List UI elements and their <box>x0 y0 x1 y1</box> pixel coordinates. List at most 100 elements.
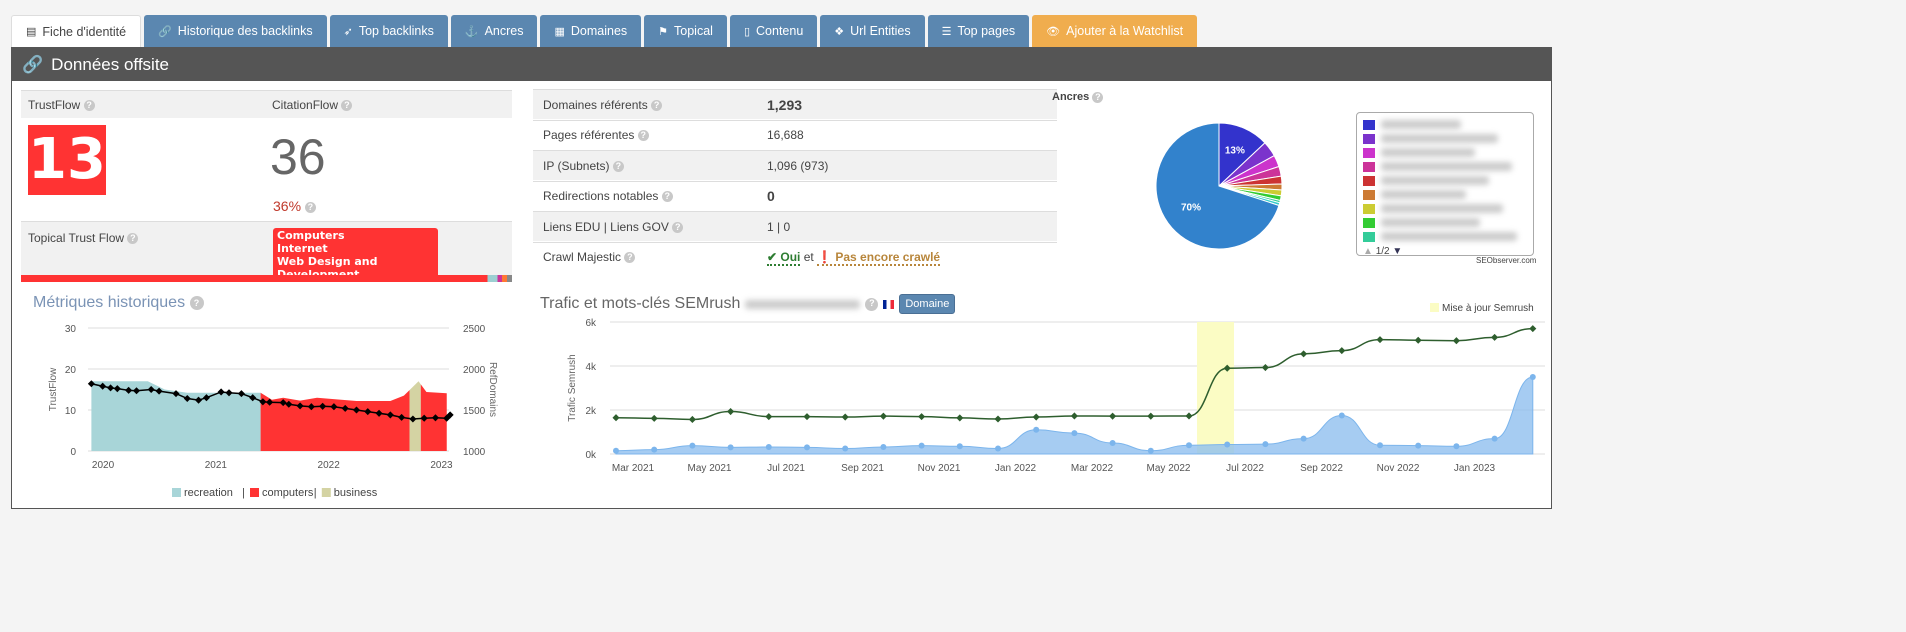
keywords-point <box>1338 347 1346 355</box>
rocket-icon: ➶ <box>343 25 353 38</box>
tab-fiche-d-identit-[interactable]: ▤ Fiche d'identité <box>11 15 142 47</box>
keywords-point <box>1300 350 1308 358</box>
keywords-point <box>841 413 849 421</box>
traffic-point <box>1529 374 1536 380</box>
keywords-point <box>879 412 887 420</box>
tab-historique-des-backlinks[interactable]: 🔗 Historique des backlinks <box>144 15 327 47</box>
anchor-icon: ⚓ <box>464 25 479 38</box>
keywords-point <box>1452 337 1460 345</box>
offsite-panel: 🔗 Données offsite TrustFlow ? CitationFlo… <box>11 47 1552 509</box>
traffic-point <box>1300 435 1307 442</box>
legend-swatch <box>1363 133 1375 144</box>
traffic-point <box>765 443 772 450</box>
keywords-point <box>1261 364 1269 372</box>
topic-tag[interactable]: Internet <box>277 242 434 255</box>
metric-row: Domaines référents ? 1,293 <box>533 89 1057 119</box>
keywords-point <box>727 408 735 416</box>
keywords-point <box>1491 333 1499 341</box>
legend-item[interactable] <box>1363 202 1527 215</box>
legend-item[interactable] <box>1363 146 1527 159</box>
metric-value: 0 <box>767 188 775 204</box>
tab-top-pages[interactable]: ☰ Top pages <box>927 15 1030 47</box>
legend-update: Mise à jour Semrush <box>1442 303 1534 314</box>
tab-ancres[interactable]: ⚓ Ancres <box>450 15 538 47</box>
panel-header: 🔗 Données offsite <box>12 48 1551 81</box>
tab-url-entities[interactable]: ❖ Url Entities <box>820 15 925 47</box>
historic-chart: 0 1000 10 1500 20 2000 30 2500 TrustFlow RefDomai… <box>48 324 498 499</box>
tab-contenu[interactable]: ▯ Contenu <box>729 15 818 47</box>
legend-item[interactable] <box>1363 118 1527 131</box>
x-tick: Mar 2021 <box>612 463 655 474</box>
y-tick: 2k <box>585 406 597 417</box>
citationflow-value: 36 <box>270 129 326 185</box>
trustflow-area-computers <box>260 390 410 451</box>
tab-bar: ▤ Fiche d'identité 🔗 Historique des backlin… <box>11 15 1198 47</box>
y-tick-left: 30 <box>65 324 77 335</box>
legend-item[interactable] <box>1363 132 1527 145</box>
y-tick-left: 10 <box>65 406 77 417</box>
legend-swatch <box>1363 203 1375 214</box>
anchors-legend: ▲ 1/2 ▼ <box>1356 112 1534 257</box>
tab-ajouter-la-watchlist[interactable]: 👁 Ajouter à la Watchlist <box>1032 15 1198 47</box>
keywords-point <box>956 414 964 422</box>
x-tick: Jan 2022 <box>995 463 1037 474</box>
topic-tag[interactable]: Computers <box>277 229 434 242</box>
keywords-point <box>1109 412 1117 420</box>
traffic-point <box>995 445 1001 452</box>
traffic-point <box>1491 435 1498 442</box>
flow-header-row <box>21 90 512 118</box>
traffic-point <box>1147 447 1154 454</box>
y-tick: 0k <box>585 450 597 461</box>
help-icon: ? <box>651 99 663 111</box>
traffic-point <box>1186 442 1192 449</box>
metric-value: 1,293 <box>767 96 803 113</box>
tab-topical[interactable]: ⚑ Topical <box>644 15 727 47</box>
cubes-icon: ❖ <box>834 25 845 38</box>
tab-label: Ancres <box>484 24 524 38</box>
keywords-point <box>918 413 926 421</box>
metric-row: Crawl Majestic ? ✔ Oui et ❗ Pas encore cr… <box>533 241 1057 272</box>
tab-domaines[interactable]: ▦ Domaines <box>540 15 642 47</box>
help-icon: ? <box>341 100 353 112</box>
citationflow-label: CitationFlow ? <box>272 98 353 112</box>
keywords-point <box>765 413 773 421</box>
keywords-point <box>1529 325 1537 333</box>
legend-item[interactable] <box>1363 216 1527 229</box>
traffic-point <box>1453 443 1460 450</box>
legend-swatch <box>250 488 259 497</box>
pie-label: 70% <box>1181 202 1201 213</box>
legend-swatch <box>1363 161 1375 172</box>
legend-item[interactable] <box>1363 174 1527 187</box>
legend-swatch <box>1430 303 1439 312</box>
metric-label: Redirections notables ? <box>533 189 767 203</box>
legend-item[interactable] <box>1363 160 1527 173</box>
traffic-point <box>1071 430 1078 437</box>
keywords-point <box>803 413 811 421</box>
list-icon: ☰ <box>941 25 952 38</box>
tab-label: Top backlinks <box>358 24 434 38</box>
crawl-pending[interactable]: ❗ Pas encore crawlé <box>817 250 941 266</box>
y-tick-left: 20 <box>65 365 77 376</box>
legend-item[interactable] <box>1363 188 1527 201</box>
x-tick: Mar 2022 <box>1071 463 1114 474</box>
crawl-ok[interactable]: ✔ Oui <box>767 250 801 266</box>
traffic-point <box>1033 426 1040 433</box>
pie-label: 13% <box>1225 145 1245 156</box>
x-tick: Nov 2021 <box>918 463 961 474</box>
traffic-point <box>956 443 963 450</box>
metric-label: Liens EDU | Liens GOV ? <box>533 220 767 234</box>
tab-top-backlinks[interactable]: ➶ Top backlinks <box>329 15 448 47</box>
x-tick: 2023 <box>430 460 453 471</box>
help-icon: ? <box>1092 91 1104 103</box>
legend-swatch <box>1363 217 1375 228</box>
legend-recreation: recreation <box>184 487 233 499</box>
traffic-point <box>918 442 925 449</box>
y-tick-right: 2000 <box>463 365 486 376</box>
tab-label: Top pages <box>957 24 1016 38</box>
eye-icon: 👁 <box>1046 25 1061 38</box>
x-tick: May 2021 <box>688 463 732 474</box>
metric-value: 1,096 (973) <box>767 158 829 173</box>
flow-ratio: 36% ? <box>273 198 316 214</box>
legend-item[interactable] <box>1363 230 1527 243</box>
y-tick-right: 2500 <box>463 324 486 335</box>
